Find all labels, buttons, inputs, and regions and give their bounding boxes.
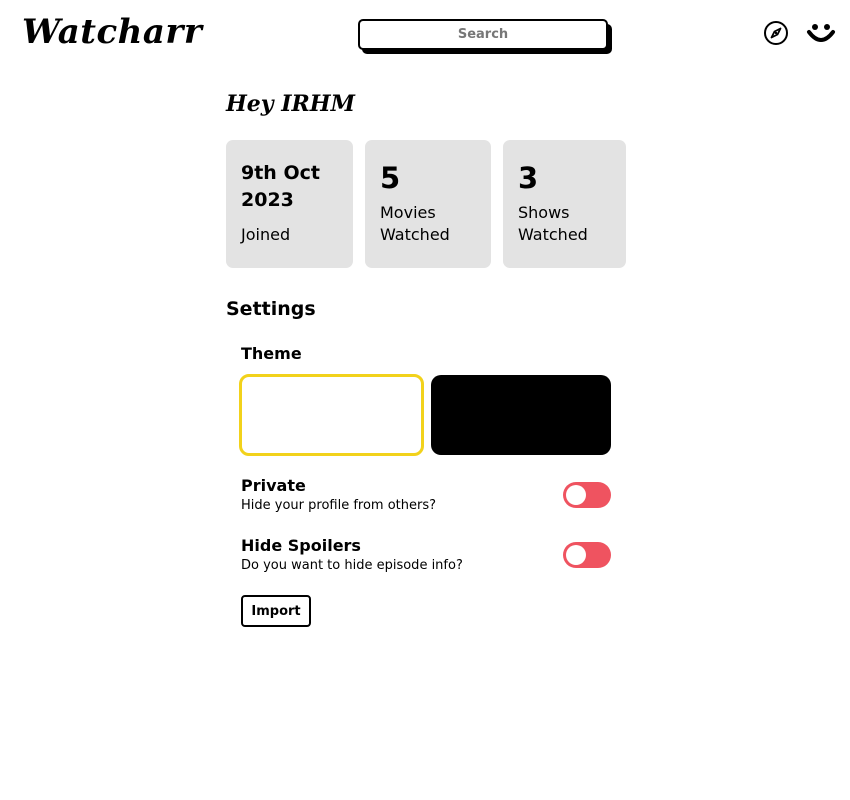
profile-greeting: Hey IRHM bbox=[226, 91, 355, 117]
private-label: Private bbox=[241, 476, 306, 495]
toggle-knob bbox=[566, 485, 586, 505]
app-logo[interactable]: Watcharr bbox=[22, 12, 202, 52]
theme-dark-option[interactable] bbox=[431, 375, 611, 455]
shows-label: Shows Watched bbox=[518, 203, 588, 244]
theme-label: Theme bbox=[241, 344, 302, 363]
theme-light-option[interactable] bbox=[239, 374, 424, 456]
shows-count: 3 bbox=[518, 161, 539, 195]
joined-date: 9th Oct 2023 bbox=[241, 162, 320, 211]
toggle-knob bbox=[566, 545, 586, 565]
stat-card-movies: 5 Movies Watched bbox=[365, 140, 491, 268]
compass-icon[interactable] bbox=[763, 20, 789, 46]
private-description: Hide your profile from others? bbox=[241, 498, 437, 513]
movies-count: 5 bbox=[380, 161, 401, 195]
private-setting: Private Hide your profile from others? bbox=[241, 476, 611, 520]
search-box bbox=[358, 19, 612, 54]
import-button[interactable]: Import bbox=[241, 595, 311, 627]
private-toggle[interactable] bbox=[563, 482, 611, 508]
settings-title: Settings bbox=[226, 298, 316, 320]
stat-card-shows: 3 Shows Watched bbox=[503, 140, 626, 268]
smiley-icon[interactable] bbox=[806, 18, 836, 48]
hide-spoilers-label: Hide Spoilers bbox=[241, 536, 361, 555]
movies-label: Movies Watched bbox=[380, 203, 450, 244]
hide-spoilers-toggle[interactable] bbox=[563, 542, 611, 568]
hide-spoilers-description: Do you want to hide episode info? bbox=[241, 558, 463, 573]
search-input[interactable] bbox=[358, 19, 608, 50]
stat-card-joined: 9th Oct 2023 Joined bbox=[226, 140, 353, 268]
hide-spoilers-setting: Hide Spoilers Do you want to hide episod… bbox=[241, 536, 611, 580]
joined-label: Joined bbox=[241, 225, 291, 244]
